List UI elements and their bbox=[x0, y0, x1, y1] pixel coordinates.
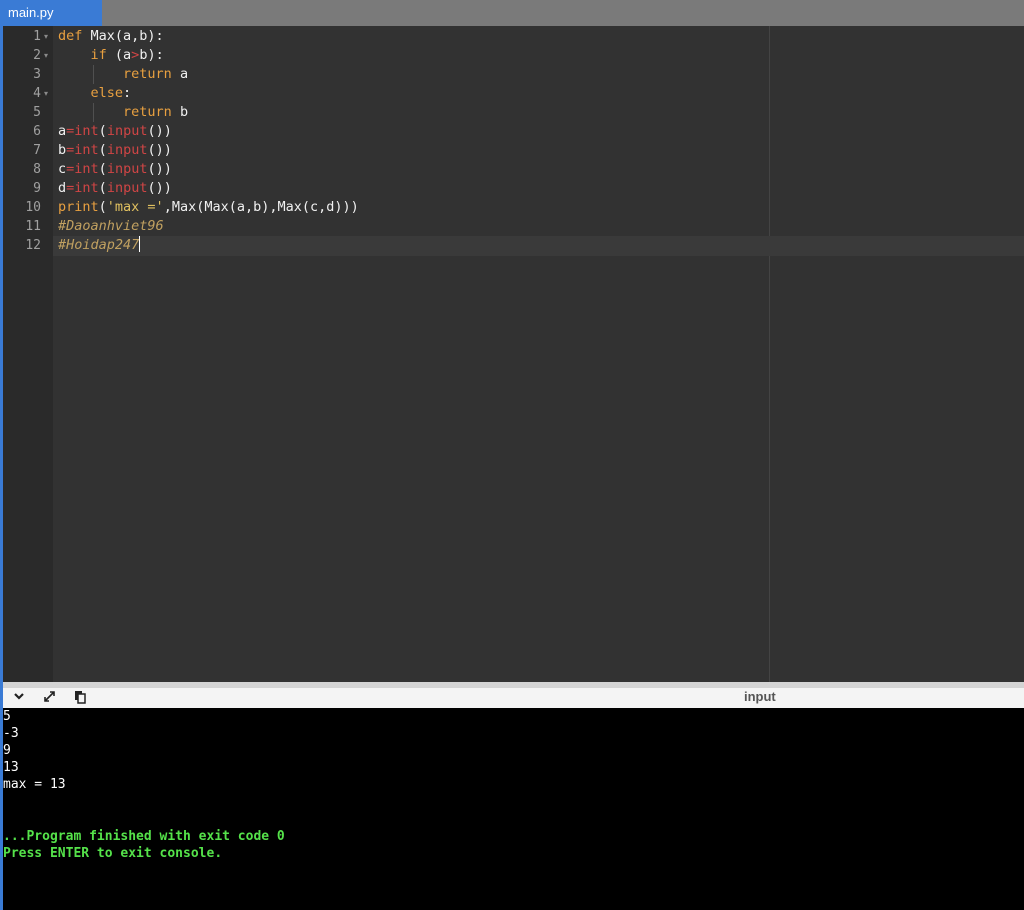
code-token: input bbox=[106, 123, 148, 139]
console-status-line: ...Program finished with exit code 0 bbox=[3, 829, 285, 844]
code-token: #Hoidap247 bbox=[58, 237, 140, 253]
code-token: input bbox=[106, 180, 148, 196]
line-number: 12 bbox=[25, 238, 41, 253]
code-token: b bbox=[58, 142, 67, 158]
fold-arrow-icon[interactable]: ▾ bbox=[44, 84, 48, 103]
code-line[interactable]: return b bbox=[58, 103, 188, 122]
line-number: 2 bbox=[33, 48, 41, 63]
code-token: def bbox=[58, 28, 91, 44]
line-number: 7 bbox=[33, 143, 41, 158]
code-token: int bbox=[74, 142, 99, 158]
code-line[interactable]: a=int(input()) bbox=[58, 122, 172, 141]
code-line[interactable]: print('max =',Max(Max(a,b),Max(c,d))) bbox=[58, 198, 359, 217]
line-number: 10 bbox=[25, 200, 41, 215]
print-margin bbox=[769, 26, 770, 682]
code-editor[interactable]: 1 ▾ def Max(a,b): 2 ▾ if (a>b): 3 return a 4 ▾ … bbox=[3, 26, 1024, 682]
fold-arrow-icon[interactable]: ▾ bbox=[44, 27, 48, 46]
code-token: int bbox=[74, 123, 99, 139]
code-token: int bbox=[74, 180, 99, 196]
code-token: b bbox=[179, 104, 189, 120]
chevron-down-icon[interactable] bbox=[13, 690, 25, 706]
console-status-line: Press ENTER to exit console. bbox=[3, 846, 223, 861]
code-token: a bbox=[179, 66, 189, 82]
code-line[interactable]: else: bbox=[58, 84, 132, 103]
code-token: int bbox=[74, 161, 99, 177]
console-output[interactable]: 5 -3 9 13 max = 13 ...Program finished w… bbox=[3, 708, 1024, 910]
code-line[interactable]: b=int(input()) bbox=[58, 141, 172, 160]
tab-main-py[interactable]: main.py bbox=[3, 0, 102, 26]
code-line[interactable]: d=int(input()) bbox=[58, 179, 172, 198]
copy-icon[interactable] bbox=[73, 690, 87, 708]
code-token: ,Max(Max(a,b),Max(c,d))) bbox=[163, 199, 359, 215]
line-number: 11 bbox=[25, 219, 41, 234]
code-token: #Daoanhviet96 bbox=[58, 218, 164, 234]
code-token: ( bbox=[98, 180, 107, 196]
active-line-highlight bbox=[53, 236, 1024, 256]
code-token: a bbox=[58, 123, 67, 139]
code-token: (a bbox=[114, 47, 132, 63]
line-number: 8 bbox=[33, 162, 41, 177]
code-token: input bbox=[106, 142, 148, 158]
code-token: print bbox=[58, 199, 99, 215]
code-token: Max(a,b): bbox=[90, 28, 164, 44]
fold-arrow-icon[interactable]: ▾ bbox=[44, 46, 48, 65]
line-number: 6 bbox=[33, 124, 41, 139]
console-output-line: 9 bbox=[3, 743, 11, 758]
console-output-line: -3 bbox=[3, 726, 19, 741]
code-token: ()) bbox=[147, 123, 172, 139]
line-number: 3 bbox=[33, 67, 41, 82]
console-output-line: 13 bbox=[3, 760, 19, 775]
line-number: 1 bbox=[33, 29, 41, 44]
code-line[interactable]: if (a>b): bbox=[58, 46, 164, 65]
indent-guide bbox=[93, 103, 94, 122]
code-line[interactable]: return a bbox=[58, 65, 188, 84]
console-input-label: input bbox=[744, 689, 776, 704]
line-number: 9 bbox=[33, 181, 41, 196]
code-token: d bbox=[58, 180, 67, 196]
code-token: ( bbox=[98, 123, 107, 139]
code-token: c bbox=[58, 161, 67, 177]
code-token: ()) bbox=[147, 142, 172, 158]
code-token: return bbox=[123, 66, 180, 82]
code-token: b): bbox=[139, 47, 164, 63]
code-line[interactable]: c=int(input()) bbox=[58, 160, 172, 179]
code-line[interactable]: #Hoidap247 bbox=[58, 236, 141, 255]
console-output-line: 5 bbox=[3, 709, 11, 724]
line-number: 4 bbox=[33, 86, 41, 101]
console-toolbar: input bbox=[3, 688, 1024, 708]
console-output-line: max = 13 bbox=[3, 777, 66, 792]
text-cursor bbox=[139, 236, 141, 252]
code-token: : bbox=[123, 85, 132, 101]
tab-bar: main.py bbox=[3, 0, 1024, 26]
code-token: ( bbox=[98, 161, 107, 177]
code-token: ()) bbox=[147, 180, 172, 196]
line-number: 5 bbox=[33, 105, 41, 120]
code-token: input bbox=[106, 161, 148, 177]
indent-guide bbox=[93, 65, 94, 84]
code-token: 'max =' bbox=[106, 199, 164, 215]
code-token: if bbox=[90, 47, 115, 63]
code-token: ( bbox=[98, 142, 107, 158]
code-token: ()) bbox=[147, 161, 172, 177]
code-token: else bbox=[90, 85, 124, 101]
code-token: return bbox=[123, 104, 180, 120]
expand-icon[interactable] bbox=[43, 690, 56, 707]
code-line[interactable]: #Daoanhviet96 bbox=[58, 217, 164, 236]
code-token: ( bbox=[98, 199, 107, 215]
code-line[interactable]: def Max(a,b): bbox=[58, 27, 164, 46]
